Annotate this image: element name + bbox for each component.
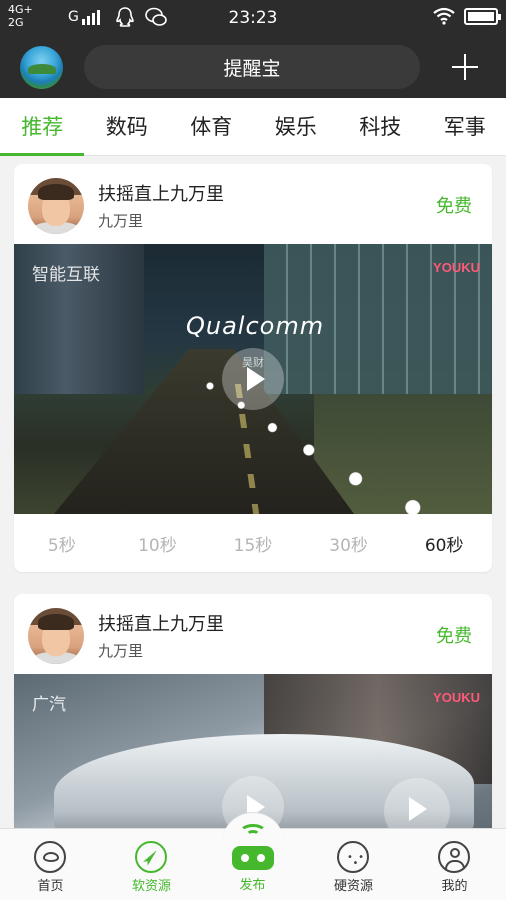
author-name[interactable]: 扶摇直上九万里 — [98, 610, 224, 636]
tab-technology[interactable]: 科技 — [338, 98, 423, 155]
app-title[interactable]: 提醒宝 — [84, 45, 420, 89]
author-avatar[interactable] — [28, 608, 84, 664]
app-header: 提醒宝 — [0, 36, 506, 98]
nav-hard-resources[interactable]: • • • 硬资源 — [303, 829, 404, 900]
tab-military[interactable]: 军事 — [423, 98, 506, 155]
price-label: 免费 — [436, 196, 472, 217]
eye-icon — [34, 841, 66, 873]
user-icon — [438, 841, 470, 873]
feed-card[interactable]: 扶摇直上九万里 九万里 免费 智能互联 YOUKU Qualcomm 昊财 5秒… — [14, 164, 492, 572]
duration-15s[interactable]: 15秒 — [205, 531, 301, 556]
duration-30s[interactable]: 30秒 — [301, 531, 397, 556]
card-header: 扶摇直上九万里 九万里 免费 — [14, 594, 492, 674]
publish-button[interactable]: 发布 — [202, 812, 304, 900]
youku-watermark: YOUKU — [433, 690, 480, 705]
duration-60s[interactable]: 60秒 — [396, 531, 492, 556]
card-header: 扶摇直上九万里 九万里 免费 — [14, 164, 492, 244]
robot-icon — [232, 846, 274, 870]
tab-recommended[interactable]: 推荐 — [0, 98, 85, 156]
duration-options: 5秒 10秒 15秒 30秒 60秒 — [14, 514, 492, 572]
youku-watermark: YOUKU — [433, 260, 480, 275]
author-avatar[interactable] — [28, 178, 84, 234]
compass-icon — [135, 841, 167, 873]
tab-sports[interactable]: 体育 — [169, 98, 254, 155]
author-name[interactable]: 扶摇直上九万里 — [98, 180, 224, 206]
nav-soft-resources[interactable]: 软资源 — [101, 829, 202, 900]
tab-digital[interactable]: 数码 — [85, 98, 170, 155]
price-label: 免费 — [436, 626, 472, 647]
chat-icon: • • • — [337, 841, 369, 873]
play-label: 昊财 — [242, 356, 264, 369]
wifi-icon — [433, 7, 455, 25]
nav-profile[interactable]: 我的 — [404, 829, 505, 900]
video-thumbnail[interactable]: 智能互联 YOUKU Qualcomm 昊财 — [14, 244, 492, 514]
profile-avatar[interactable] — [20, 46, 63, 89]
author-subtitle: 九万里 — [98, 212, 144, 230]
battery-icon — [464, 7, 501, 25]
clock: 23:23 — [228, 8, 278, 28]
video-caption: 智能互联 — [32, 265, 100, 285]
video-caption: 广汽 — [32, 695, 66, 715]
nav-home[interactable]: 首页 — [0, 829, 101, 900]
author-subtitle: 九万里 — [98, 642, 144, 660]
duration-5s[interactable]: 5秒 — [14, 531, 110, 556]
tab-entertainment[interactable]: 娱乐 — [254, 98, 339, 155]
duration-10s[interactable]: 10秒 — [110, 531, 206, 556]
video-brand: Qualcomm — [186, 312, 325, 340]
category-tabs: 推荐 数码 体育 娱乐 科技 军事 — [0, 98, 506, 156]
status-bar: 4G+ 2G G 23:23 — [0, 0, 506, 36]
add-icon[interactable] — [450, 52, 480, 82]
